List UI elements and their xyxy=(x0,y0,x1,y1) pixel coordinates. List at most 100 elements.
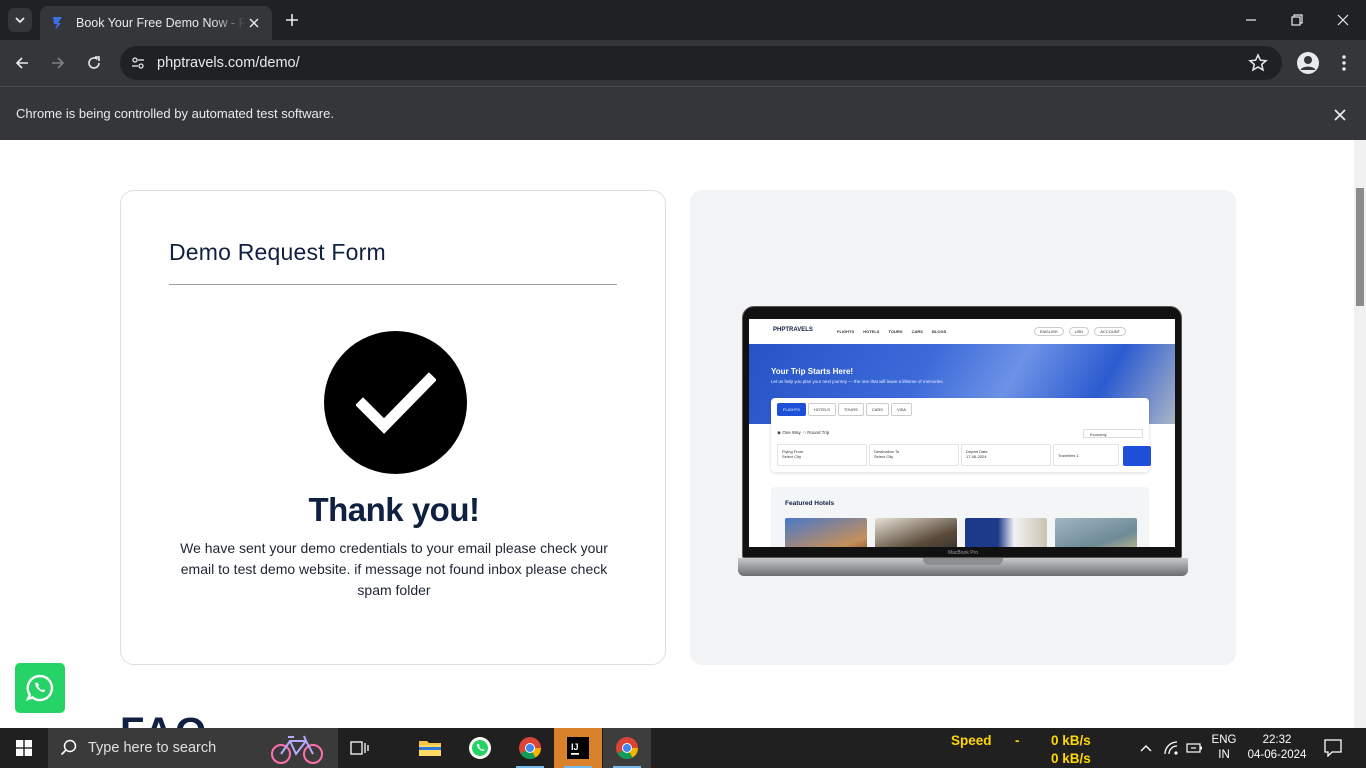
profile-icon[interactable] xyxy=(1296,51,1320,75)
preview-trip-type: ◉ One Way ○ Round Trip xyxy=(777,430,830,435)
demo-request-card: Demo Request Form Thank you! We have sen… xyxy=(120,190,666,665)
preview-currency: USD xyxy=(1068,327,1090,336)
notification-icon[interactable] xyxy=(1324,739,1342,757)
tab-strip: Book Your Free Demo Now - PHPTRAVELS xyxy=(0,0,1366,40)
preview-hotel-image xyxy=(875,518,957,547)
preview-travellers-field: Travellers 1 xyxy=(1053,444,1119,466)
restore-icon[interactable] xyxy=(1274,0,1320,40)
faq-heading: FAQ xyxy=(120,710,208,728)
preview-hotel-image xyxy=(965,518,1047,547)
scrollbar-thumb[interactable] xyxy=(1356,188,1364,306)
tab-close-icon[interactable] xyxy=(246,15,262,31)
preview-navbar: PHPTRAVELS FLIGHTS HOTELS TOURS CARS BLO… xyxy=(749,319,1175,344)
preview-tabs: FLIGHTS HOTELS TOURS CARS VISA xyxy=(777,403,914,416)
automation-infobar: Chrome is being controlled by automated … xyxy=(0,86,1366,140)
taskbar-search-box[interactable]: Type here to search xyxy=(48,728,338,768)
intellij-taskbar-icon[interactable]: IJ xyxy=(554,728,602,768)
preview-tab: TOURS xyxy=(837,403,864,416)
laptop-notch xyxy=(923,558,1003,565)
preview-tab: CARS xyxy=(865,403,889,416)
laptop-lid: PHPTRAVELS FLIGHTS HOTELS TOURS CARS BLO… xyxy=(742,306,1182,558)
divider xyxy=(169,284,617,285)
success-check-icon xyxy=(324,331,467,474)
preview-hero-subtitle: Let us help you plan your next journey —… xyxy=(771,379,944,384)
preview-tab: FLIGHTS xyxy=(777,403,806,416)
preview-hero-title: Your Trip Starts Here! xyxy=(771,367,854,376)
tab-title: Book Your Free Demo Now - PHPTRAVELS xyxy=(76,16,246,30)
phptravels-favicon-icon xyxy=(53,17,62,30)
laptop-mockup-image: PHPTRAVELS FLIGHTS HOTELS TOURS CARS BLO… xyxy=(738,306,1188,578)
preview-featured-hotels: Featured Hotels xyxy=(771,487,1149,547)
preview-round-trip: Round Trip xyxy=(807,430,830,435)
preview-tab: VISA xyxy=(890,403,913,416)
language-line1: ENG xyxy=(1211,734,1237,746)
preview-one-way: One Way xyxy=(782,430,801,435)
windows-taskbar: Type here to search IJ Speed - 0 kB/s 0 … xyxy=(0,728,1366,768)
window-close-icon[interactable] xyxy=(1320,0,1366,40)
infobar-close-icon[interactable] xyxy=(1331,106,1349,124)
file-explorer-icon[interactable] xyxy=(406,728,454,768)
thank-you-heading: Thank you! xyxy=(308,491,480,528)
speed-separator: - xyxy=(1015,733,1020,748)
preview-account: ACCOUNT xyxy=(1094,327,1127,336)
task-view-icon[interactable] xyxy=(336,728,384,768)
whatsapp-chat-button[interactable] xyxy=(15,663,65,713)
svg-text:IJ: IJ xyxy=(571,742,579,752)
preview-featured-title: Featured Hotels xyxy=(785,500,835,507)
clock-date: 04-06-2024 xyxy=(1247,749,1307,761)
preview-cabin-select: Economy xyxy=(1083,429,1143,438)
clock-time: 22:32 xyxy=(1262,734,1292,746)
form-title: Demo Request Form xyxy=(169,239,386,265)
forward-icon[interactable] xyxy=(46,51,70,75)
wifi-icon[interactable] xyxy=(1163,740,1181,756)
chevron-down-icon xyxy=(15,17,25,24)
address-bar[interactable]: phptravels.com/demo/ xyxy=(120,46,1282,80)
chevron-up-icon[interactable] xyxy=(1139,742,1153,754)
preview-search-box: FLIGHTS HOTELS TOURS CARS VISA ◉ One Way ○ R… xyxy=(771,398,1151,472)
language-line2: IN xyxy=(1218,749,1230,761)
search-icon xyxy=(60,739,77,756)
bicycle-icon xyxy=(271,735,323,764)
back-icon[interactable] xyxy=(10,51,34,75)
windows-start-icon[interactable] xyxy=(0,728,48,768)
minimize-icon[interactable] xyxy=(1228,0,1274,40)
site-info-icon[interactable] xyxy=(126,51,150,75)
page-viewport: Demo Request Form Thank you! We have sen… xyxy=(0,140,1354,728)
preview-logo: PHPTRAVELS xyxy=(773,327,813,333)
url-text[interactable]: phptravels.com/demo/ xyxy=(157,55,300,71)
search-placeholder: Type here to search xyxy=(88,740,217,756)
preview-hotel-image xyxy=(785,518,867,547)
browser-toolbar: phptravels.com/demo/ xyxy=(0,40,1366,86)
language-indicator[interactable]: ENG IN xyxy=(1208,733,1240,763)
bookmark-star-icon[interactable] xyxy=(1248,53,1268,73)
new-tab-icon[interactable] xyxy=(282,10,302,30)
preview-language: ENGLISH xyxy=(1034,327,1064,336)
preview-fields: Flying From Select City Destination To Sel… xyxy=(777,444,1151,466)
speed-label: Speed xyxy=(951,733,992,748)
whatsapp-taskbar-icon[interactable] xyxy=(456,728,504,768)
browser-tab[interactable]: Book Your Free Demo Now - PHPTRAVELS xyxy=(40,6,272,40)
website-preview-card: PHPTRAVELS FLIGHTS HOTELS TOURS CARS BLO… xyxy=(690,190,1236,665)
preview-tab: HOTELS xyxy=(807,403,836,416)
preview-date-field: Depart Date 17-06-2024 xyxy=(961,444,1051,466)
whatsapp-icon xyxy=(25,674,54,702)
laptop-label: MacBook Pro xyxy=(947,550,978,556)
battery-icon[interactable] xyxy=(1186,741,1204,755)
clock[interactable]: 22:32 04-06-2024 xyxy=(1244,733,1310,763)
page-scrollbar[interactable] xyxy=(1354,140,1366,728)
preview-to-field: Destination To Select City xyxy=(869,444,959,466)
tab-search-button[interactable] xyxy=(8,8,32,32)
browser-menu-icon[interactable] xyxy=(1334,51,1354,75)
chrome-active-taskbar-icon[interactable] xyxy=(603,728,651,768)
upload-speed: 0 kB/s xyxy=(1051,733,1091,748)
preview-nav-right: ENGLISH USD ACCOUNT xyxy=(1034,327,1130,336)
preview-from-field: Flying From Select City xyxy=(777,444,867,466)
reload-icon[interactable] xyxy=(82,51,106,75)
chrome-taskbar-icon[interactable] xyxy=(506,728,554,768)
download-speed: 0 kB/s xyxy=(1051,751,1091,766)
preview-hotel-image xyxy=(1055,518,1137,547)
infobar-text: Chrome is being controlled by automated … xyxy=(16,106,334,121)
preview-nav-links: FLIGHTS HOTELS TOURS CARS BLOGS xyxy=(837,329,947,334)
laptop-screen: PHPTRAVELS FLIGHTS HOTELS TOURS CARS BLO… xyxy=(749,319,1175,547)
thank-you-message: We have sent your demo credentials to yo… xyxy=(180,540,608,598)
